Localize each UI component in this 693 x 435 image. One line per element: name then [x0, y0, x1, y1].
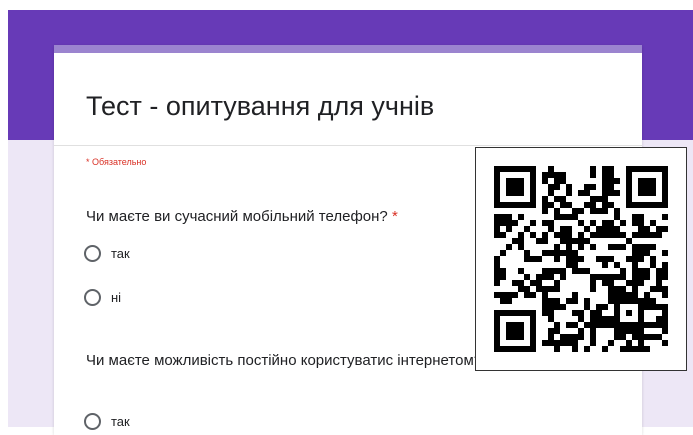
option-q1-yes[interactable]: так — [84, 245, 130, 262]
radio-button[interactable] — [84, 245, 101, 262]
radio-button[interactable] — [84, 289, 101, 306]
radio-button[interactable] — [84, 413, 101, 430]
option-label: так — [111, 246, 130, 261]
question-1-text: Чи маєте ви сучасний мобільний телефон? — [86, 208, 388, 225]
required-note: * Обязательно — [86, 157, 147, 167]
required-star: * — [391, 208, 398, 225]
left-edge — [0, 0, 8, 427]
question-2-text: Чи маєте можливість постійно користувати… — [86, 352, 483, 369]
option-q1-no[interactable]: ні — [84, 289, 121, 306]
question-1: Чи маєте ви сучасний мобільний телефон? … — [86, 207, 398, 226]
option-q2-yes[interactable]: так — [84, 413, 130, 430]
question-2: Чи маєте можливість постійно користувати… — [86, 351, 506, 370]
qr-code-icon — [475, 147, 687, 371]
title-divider — [54, 145, 642, 146]
qr-code-graphic — [494, 166, 668, 352]
option-label: ні — [111, 290, 122, 305]
form-title: Тест - опитування для учнів — [86, 91, 435, 121]
